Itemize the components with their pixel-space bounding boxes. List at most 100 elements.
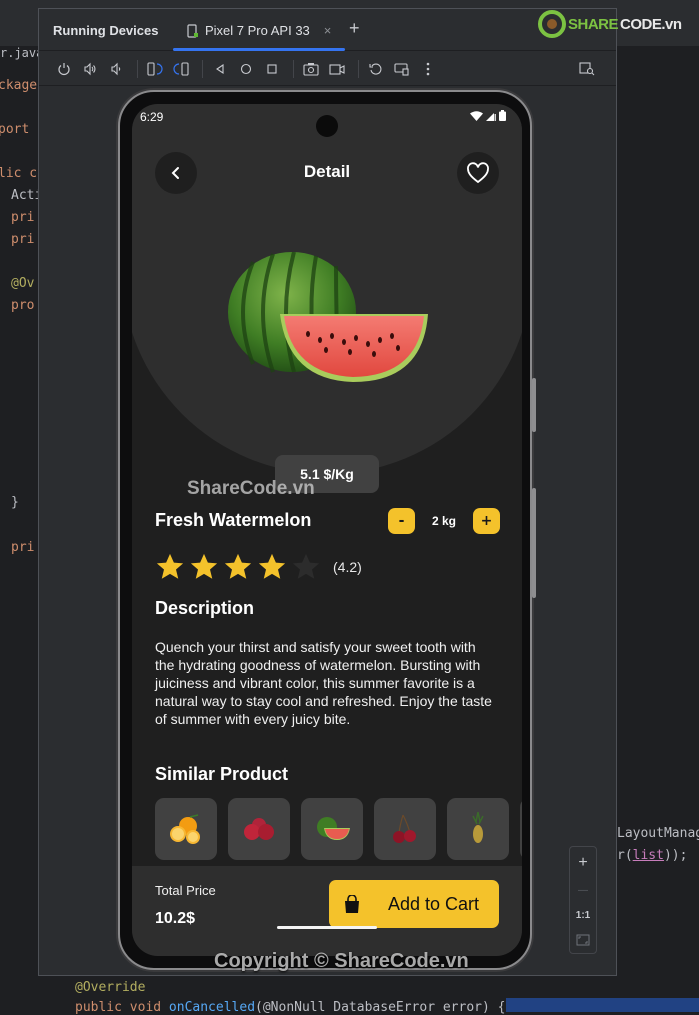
more-icon[interactable]: [417, 58, 439, 80]
favorite-button[interactable]: [457, 152, 499, 194]
code-line: pri: [11, 540, 35, 555]
zoom-in-button[interactable]: +: [578, 854, 587, 872]
zoom-controls: + — 1:1: [569, 846, 597, 954]
code-token: r(: [617, 848, 633, 863]
code-token: onCancelled: [168, 1000, 256, 1015]
similar-item-cherry[interactable]: [374, 798, 436, 860]
rating-value: (4.2): [333, 559, 362, 575]
code-line: public void onCancelled(@NonNull Databas…: [75, 1000, 505, 1015]
text-selection: [506, 998, 699, 1012]
logo-text-share: SHARE: [568, 15, 619, 33]
device-icon: [187, 23, 198, 38]
similar-item-apple[interactable]: [228, 798, 290, 860]
code-line: pri: [11, 210, 35, 225]
star-icon: [224, 553, 252, 579]
sharecode-logo-icon: [538, 10, 566, 38]
keyboard-icon[interactable]: [391, 58, 413, 80]
similar-item-orange[interactable]: [155, 798, 217, 860]
watermelon-icon: [317, 817, 350, 840]
similar-products-list: [155, 798, 522, 860]
actual-size-button[interactable]: 1:1: [576, 910, 590, 921]
toolbar-divider: [137, 59, 138, 78]
bottom-bar: Total Price 10.2$ Add to Cart: [132, 866, 522, 956]
status-bar: 6:29: [132, 104, 522, 137]
volume-down-icon[interactable]: [105, 58, 127, 80]
code-line: port: [0, 122, 30, 137]
quantity-stepper: - 2 kg +: [388, 508, 500, 534]
code-token: (@NonNull DatabaseError error) {: [255, 1000, 506, 1015]
code-token: list: [632, 848, 664, 863]
panel-title: Running Devices: [53, 23, 159, 38]
code-line: pro: [11, 298, 35, 313]
code-line: pri: [11, 232, 35, 247]
logo-text-code: CODE.vn: [620, 15, 682, 33]
star-icon: [156, 553, 184, 579]
decrease-quantity-button[interactable]: -: [388, 508, 415, 534]
rating: (4.2): [155, 552, 362, 582]
add-to-cart-button[interactable]: Add to Cart: [329, 880, 499, 928]
code-token: public void: [75, 1000, 169, 1015]
similar-item-watermelon[interactable]: [301, 798, 363, 860]
app-screen: 6:29 Detail 5.1 $/Kg Fresh Watermelon - …: [132, 104, 522, 956]
similar-heading: Similar Product: [155, 764, 289, 784]
star-icon: [258, 553, 286, 579]
power-icon[interactable]: [53, 58, 75, 80]
add-to-cart-label: Add to Cart: [388, 893, 480, 914]
description-text: Quench your thirst and satisfy your swee…: [155, 639, 492, 727]
heart-icon: [467, 162, 489, 184]
orange-icon: [170, 814, 200, 844]
quantity-value: 2 kg: [431, 514, 456, 528]
close-tab-icon[interactable]: ×: [324, 23, 332, 38]
front-camera: [316, 115, 338, 137]
sharecode-logo: SHARE CODE.vn: [538, 10, 682, 38]
panel-tabs: Running Devices Pixel 7 Pro API 33 × +: [39, 9, 616, 51]
shopping-bag-icon: [345, 895, 359, 913]
gesture-home-bar[interactable]: [277, 926, 377, 929]
add-device-button[interactable]: +: [349, 18, 360, 39]
toolbar-divider: [293, 59, 294, 78]
total-price-label: Total Price: [155, 883, 216, 898]
file-tab[interactable]: r.java: [0, 46, 43, 60]
status-time: 6:29: [140, 110, 164, 124]
code-line: @Ov: [11, 276, 35, 291]
code-token: ));: [663, 848, 688, 863]
description-heading: Description: [155, 598, 255, 618]
active-tab-indicator: [173, 48, 345, 51]
power-side-button: [532, 378, 536, 432]
cherry-icon: [393, 814, 416, 843]
back-icon[interactable]: [209, 58, 231, 80]
volume-up-icon[interactable]: [79, 58, 101, 80]
battery-icon: [499, 110, 506, 121]
zoom-out-button[interactable]: —: [578, 885, 588, 896]
toolbar-divider: [358, 59, 359, 78]
rotate-right-icon[interactable]: [170, 58, 192, 80]
code-line: @Override: [75, 980, 146, 995]
similar-item-pineapple[interactable]: [447, 798, 509, 860]
signal-icon: [486, 112, 496, 121]
rotate-left-icon[interactable]: [144, 58, 166, 80]
pineapple-icon: [472, 812, 484, 843]
increase-quantity-button[interactable]: +: [473, 508, 500, 534]
screenshot-icon[interactable]: [300, 58, 322, 80]
device-frame: 6:29 Detail 5.1 $/Kg Fresh Watermelon - …: [118, 90, 536, 970]
product-name: Fresh Watermelon: [155, 510, 312, 530]
product-image: [228, 252, 428, 382]
device-tab-label: Pixel 7 Pro API 33: [205, 23, 310, 38]
home-icon[interactable]: [235, 58, 257, 80]
similar-item-partial[interactable]: [520, 798, 522, 860]
status-icons: [470, 110, 506, 121]
reset-icon[interactable]: [365, 58, 387, 80]
fit-screen-icon[interactable]: [576, 934, 590, 946]
screen-record-icon[interactable]: [326, 58, 348, 80]
code-line: ckage: [0, 78, 38, 93]
device-explorer-icon[interactable]: [576, 58, 598, 80]
code-line: r(list));: [617, 848, 687, 863]
tab-pixel-7-pro[interactable]: Pixel 7 Pro API 33 ×: [187, 23, 331, 38]
volume-side-button: [532, 488, 536, 598]
overview-icon[interactable]: [261, 58, 283, 80]
total-price-value: 10.2$: [155, 910, 196, 927]
code-line: lic c: [0, 166, 38, 181]
emulator-toolbar: [39, 52, 616, 86]
copyright-watermark: Copyright © ShareCode.vn: [214, 950, 469, 972]
code-line: }: [11, 495, 19, 510]
